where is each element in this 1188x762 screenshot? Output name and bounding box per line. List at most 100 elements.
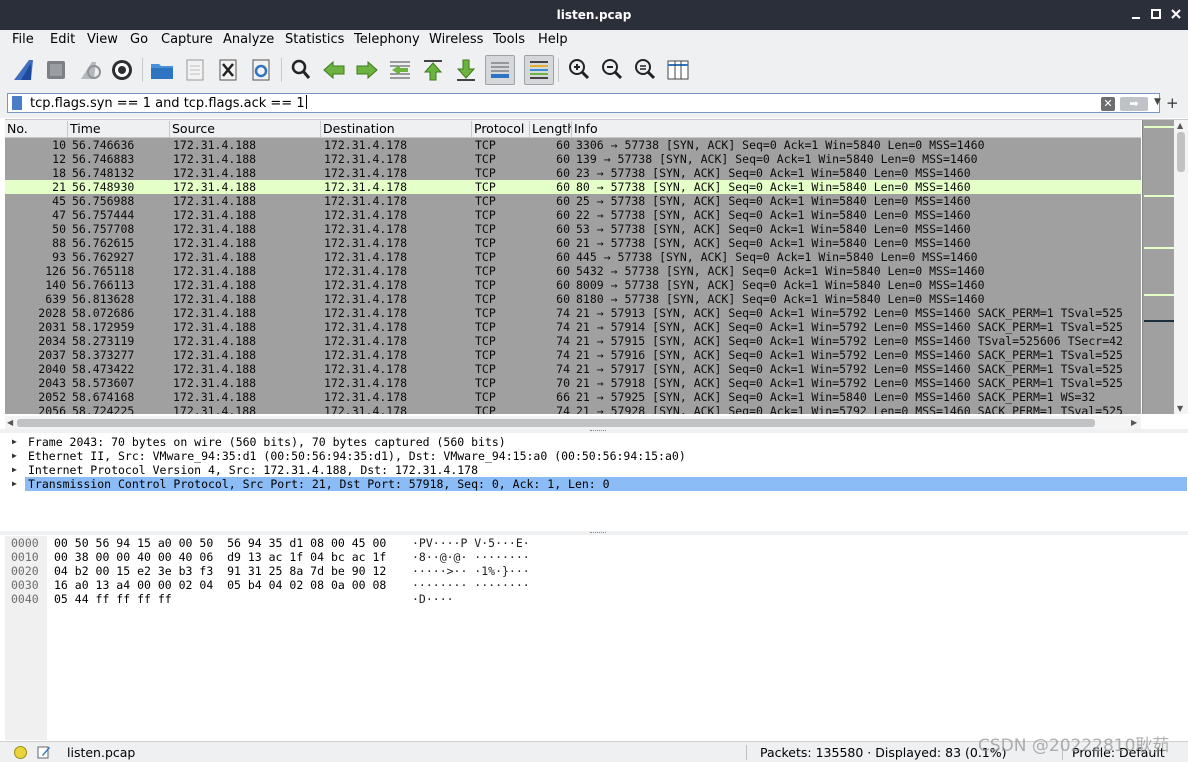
packet-row[interactable]: 2052 58.674168 172.31.4.188 172.31.4.178 TCP…	[5, 390, 1141, 404]
minimize-button[interactable]	[1128, 6, 1144, 22]
autoscroll-button[interactable]	[485, 55, 515, 85]
bookmark-icon[interactable]	[12, 96, 22, 110]
capture-comment-button[interactable]	[37, 745, 51, 759]
packet-row[interactable]: 2034 58.273119 172.31.4.188 172.31.4.178 TCP…	[5, 334, 1141, 348]
menu-edit[interactable]: Edit	[50, 32, 75, 47]
menu-view[interactable]: View	[87, 32, 118, 47]
colorize-button[interactable]	[524, 55, 554, 85]
bytes-hex[interactable]: 00 38 00 00 40 00 40 06 d9 13 ac 1f 04 b…	[54, 550, 386, 564]
packet-minimap[interactable]	[1142, 120, 1174, 414]
packet-row[interactable]: 2037 58.373277 172.31.4.188 172.31.4.178 TCP…	[5, 348, 1141, 362]
menu-wireless[interactable]: Wireless	[429, 32, 483, 47]
menu-help[interactable]: Help	[538, 32, 568, 47]
packet-row[interactable]: 93 56.762927 172.31.4.188 172.31.4.178 TCP 60…	[5, 250, 1141, 264]
menu-capture[interactable]: Capture	[161, 32, 213, 47]
packet-row[interactable]: 12 56.746883 172.31.4.188 172.31.4.178 TCP 60…	[5, 152, 1141, 166]
menu-tools[interactable]: Tools	[493, 32, 525, 47]
go-last-button[interactable]	[451, 55, 481, 85]
packet-row[interactable]: 88 56.762615 172.31.4.188 172.31.4.178 TCP 60…	[5, 236, 1141, 250]
bytes-row[interactable]: 0040 05 44 ff ff ff ff ·D····	[5, 592, 1188, 606]
bytes-ascii[interactable]: ·····>·· ·1%·}···	[412, 564, 530, 578]
bytes-hex[interactable]: 16 a0 13 a4 00 00 02 04 05 b4 04 02 08 0…	[54, 578, 386, 592]
packet-row-selected[interactable]: 21 56.748930 172.31.4.188 172.31.4.178 TCP 60…	[5, 180, 1141, 194]
scroll-down-icon[interactable]: ▼	[1177, 404, 1183, 413]
details-tree-item[interactable]: ▶ Internet Protocol Version 4, Src: 172.…	[5, 463, 1188, 477]
packet-row[interactable]: 2040 58.473422 172.31.4.188 172.31.4.178 TCP…	[5, 362, 1141, 376]
packet-row[interactable]: 2056 58.724225 172.31.4.188 172.31.4.178 TCP…	[5, 404, 1141, 414]
bytes-ascii[interactable]: ········ ········	[412, 578, 530, 592]
packet-row[interactable]: 140 56.766113 172.31.4.188 172.31.4.178 TCP 6…	[5, 278, 1141, 292]
expand-arrow-icon[interactable]: ▶	[12, 477, 17, 491]
column-header-time[interactable]: Time	[68, 121, 170, 137]
close-button[interactable]	[1168, 6, 1184, 22]
resize-columns-button[interactable]	[663, 55, 693, 85]
expand-arrow-icon[interactable]: ▶	[12, 435, 17, 449]
close-file-button[interactable]	[213, 55, 243, 85]
packet-row[interactable]: 2043 58.573607 172.31.4.188 172.31.4.178 TCP…	[5, 376, 1141, 390]
packet-list-horizontal-scrollbar[interactable]: ◀ ▶	[5, 416, 1141, 430]
pane-splitter[interactable]	[0, 429, 1188, 433]
go-first-button[interactable]	[418, 55, 448, 85]
filter-history-dropdown[interactable]: ▼	[1154, 97, 1161, 107]
start-capture-button[interactable]	[9, 55, 39, 85]
column-header-length[interactable]: Length	[530, 121, 572, 137]
packet-row[interactable]: 126 56.765118 172.31.4.188 172.31.4.178 TCP 6…	[5, 264, 1141, 278]
details-tree-item-selected[interactable]: ▶ Transmission Control Protocol, Src Por…	[5, 477, 1188, 491]
expand-arrow-icon[interactable]: ▶	[12, 463, 17, 477]
bytes-ascii[interactable]: ·8··@·@· ········	[412, 550, 530, 564]
packet-row[interactable]: 50 56.757708 172.31.4.188 172.31.4.178 TCP 60…	[5, 222, 1141, 236]
go-to-packet-button[interactable]	[385, 55, 415, 85]
column-header-protocol[interactable]: Protocol	[472, 121, 530, 137]
packet-row[interactable]: 639 56.813628 172.31.4.188 172.31.4.178 TCP 6…	[5, 292, 1141, 306]
bytes-ascii[interactable]: ·D····	[412, 592, 454, 606]
menu-file[interactable]: File	[12, 32, 34, 47]
scroll-right-icon[interactable]: ▶	[1131, 418, 1137, 427]
clear-filter-button[interactable]: ✕	[1101, 97, 1115, 111]
scroll-left-icon[interactable]: ◀	[7, 418, 13, 427]
scrollbar-thumb[interactable]	[17, 419, 1095, 427]
bytes-hex[interactable]: 00 50 56 94 15 a0 00 50 56 94 35 d1 08 0…	[54, 536, 386, 550]
zoom-out-button[interactable]	[597, 55, 627, 85]
bytes-row[interactable]: 0020 04 b2 00 15 e2 3e b3 f3 91 31 25 8a…	[5, 564, 1188, 578]
packet-row[interactable]: 18 56.748132 172.31.4.188 172.31.4.178 TCP 60…	[5, 166, 1141, 180]
menu-analyze[interactable]: Analyze	[223, 32, 274, 47]
capture-options-button[interactable]	[107, 55, 137, 85]
packet-row[interactable]: 10 56.746636 172.31.4.188 172.31.4.178 TCP 60…	[5, 138, 1141, 152]
packet-row[interactable]: 45 56.756988 172.31.4.188 172.31.4.178 TCP 60…	[5, 194, 1141, 208]
column-header-source[interactable]: Source	[170, 121, 321, 137]
find-packet-button[interactable]	[286, 55, 316, 85]
packet-row[interactable]: 47 56.757444 172.31.4.188 172.31.4.178 TCP 60…	[5, 208, 1141, 222]
bytes-hex[interactable]: 04 b2 00 15 e2 3e b3 f3 91 31 25 8a 7d b…	[54, 564, 386, 578]
scroll-up-icon[interactable]: ▲	[1177, 121, 1183, 130]
column-header-no[interactable]: No.	[5, 121, 68, 137]
column-header-destination[interactable]: Destination	[321, 121, 472, 137]
packet-row[interactable]: 2031 58.172959 172.31.4.188 172.31.4.178 TCP…	[5, 320, 1141, 334]
bytes-row[interactable]: 0000 00 50 56 94 15 a0 00 50 56 94 35 d1…	[5, 536, 1188, 550]
packet-list-vertical-scrollbar[interactable]: ▲ ▼	[1174, 120, 1188, 414]
expert-info-icon[interactable]	[14, 746, 27, 759]
details-tree-item[interactable]: ▶ Frame 2043: 70 bytes on wire (560 bits…	[5, 435, 1188, 449]
column-header-info[interactable]: Info	[572, 121, 1141, 137]
menu-telephony[interactable]: Telephony	[354, 32, 420, 47]
reload-file-button[interactable]	[246, 55, 276, 85]
add-filter-button[interactable]: +	[1166, 94, 1179, 112]
pane-splitter[interactable]	[0, 531, 1188, 535]
display-filter-input[interactable]: tcp.flags.syn == 1 and tcp.flags.ack == …	[7, 93, 1161, 113]
restart-capture-button[interactable]	[75, 55, 105, 85]
maximize-button[interactable]	[1148, 6, 1164, 22]
go-forward-button[interactable]	[352, 55, 382, 85]
expand-arrow-icon[interactable]: ▶	[12, 449, 17, 463]
bytes-row[interactable]: 0030 16 a0 13 a4 00 00 02 04 05 b4 04 02…	[5, 578, 1188, 592]
bytes-ascii[interactable]: ·PV····P V·5···E·	[412, 536, 530, 550]
packet-row[interactable]: 2028 58.072686 172.31.4.188 172.31.4.178 TCP…	[5, 306, 1141, 320]
apply-filter-button[interactable]: ➡	[1120, 97, 1148, 111]
bytes-hex[interactable]: 05 44 ff ff ff ff	[54, 592, 172, 606]
details-tree-item[interactable]: ▶ Ethernet II, Src: VMware_94:35:d1 (00:…	[5, 449, 1188, 463]
zoom-in-button[interactable]	[564, 55, 594, 85]
scrollbar-thumb[interactable]	[1177, 132, 1185, 172]
normal-size-button[interactable]	[630, 55, 660, 85]
go-back-button[interactable]	[319, 55, 349, 85]
menu-go[interactable]: Go	[130, 32, 148, 47]
bytes-row[interactable]: 0010 00 38 00 00 40 00 40 06 d9 13 ac 1f…	[5, 550, 1188, 564]
open-file-button[interactable]	[147, 55, 177, 85]
